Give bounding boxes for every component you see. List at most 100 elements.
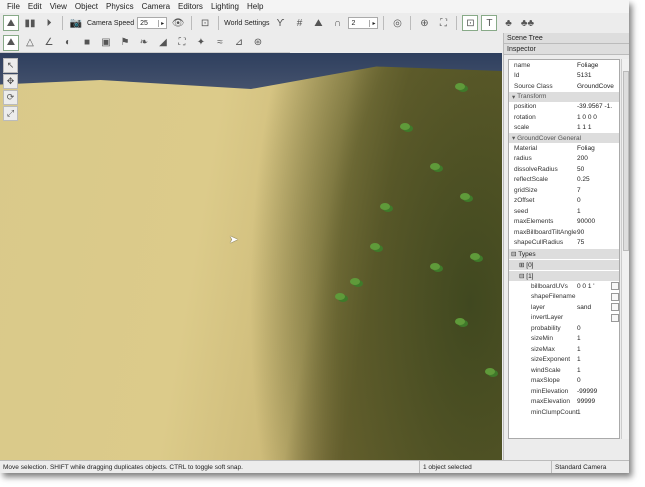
- terrain-editor-icon[interactable]: △: [22, 35, 38, 51]
- property-value[interactable]: 0: [577, 197, 619, 204]
- property-value[interactable]: GroundCove: [577, 83, 619, 90]
- property-value[interactable]: 1 0 0 0: [577, 114, 619, 121]
- scene-tree-header[interactable]: Scene Tree: [504, 33, 629, 44]
- move-icon[interactable]: ✥: [3, 74, 18, 89]
- inspector-header[interactable]: Inspector: [504, 44, 629, 55]
- selection-mode-icon[interactable]: ⛶: [435, 15, 451, 31]
- menu-physics[interactable]: Physics: [102, 0, 138, 13]
- property-value[interactable]: 1: [577, 208, 619, 215]
- property-value[interactable]: 0: [577, 325, 619, 332]
- world-settings-label[interactable]: World Settings: [224, 20, 269, 27]
- road-editor-icon[interactable]: ⊿: [231, 35, 247, 51]
- property-value[interactable]: 0: [577, 377, 619, 384]
- object-centers-icon[interactable]: ⊡: [462, 15, 479, 31]
- property-value[interactable]: 1: [577, 367, 619, 374]
- property-value[interactable]: 1: [577, 356, 619, 363]
- property-value[interactable]: Foliag: [577, 145, 619, 152]
- property-value[interactable]: 200: [577, 155, 619, 162]
- uv-editor-button[interactable]: [611, 282, 619, 291]
- drop-at-icon[interactable]: ⊕: [416, 15, 432, 31]
- scrollbar-thumb[interactable]: [623, 71, 629, 251]
- collapse-icon[interactable]: ⊟: [519, 272, 524, 280]
- object-snap-icon[interactable]: ◎: [389, 15, 405, 31]
- sky: [0, 53, 502, 89]
- decal-editor-icon[interactable]: ⚑: [117, 35, 133, 51]
- property-value[interactable]: 1: [577, 409, 619, 416]
- menu-lighting[interactable]: Lighting: [207, 0, 243, 13]
- river-editor-icon[interactable]: ≈: [212, 35, 228, 51]
- world-editor-icon[interactable]: ⛰: [3, 15, 19, 31]
- type-0-node[interactable]: ⊞ [0]: [509, 260, 619, 270]
- camera-speed-input[interactable]: 25 ▸: [137, 17, 168, 29]
- property-value[interactable]: 1: [577, 346, 619, 353]
- property-value[interactable]: 1 1 1: [577, 124, 619, 131]
- property-value[interactable]: -39.9567 -1.: [577, 103, 619, 110]
- property-value[interactable]: Foliage: [577, 62, 619, 69]
- property-value[interactable]: 90000: [577, 218, 619, 225]
- property-value[interactable]: 0 0 1 ': [577, 283, 609, 290]
- forest-editor-icon[interactable]: ❧: [136, 35, 152, 51]
- property-value[interactable]: 0.25: [577, 176, 619, 183]
- menu-file[interactable]: File: [3, 0, 24, 13]
- mission-area-icon[interactable]: ⛶: [174, 35, 190, 51]
- expand-icon[interactable]: ⊞: [519, 261, 524, 269]
- datablock-editor-icon[interactable]: ▣: [98, 35, 114, 51]
- spin-arrow-icon[interactable]: ▸: [158, 19, 166, 27]
- menu-view[interactable]: View: [46, 0, 71, 13]
- camera-icon[interactable]: 📷: [68, 15, 84, 31]
- property-value[interactable]: 7: [577, 187, 619, 194]
- particle-editor-icon[interactable]: ✦: [193, 35, 209, 51]
- forest-brush-icon[interactable]: ♣: [500, 15, 516, 31]
- collapse-icon[interactable]: ⊟: [511, 250, 516, 258]
- property-value[interactable]: 75: [577, 239, 619, 246]
- property-value[interactable]: 99999: [577, 398, 619, 405]
- select-arrow-icon[interactable]: ↖: [3, 58, 18, 73]
- groundcover-general-section[interactable]: ▾ GroundCover General: [509, 133, 619, 143]
- fit-view-icon[interactable]: ⊡: [197, 15, 213, 31]
- scale-icon[interactable]: ⤢: [3, 106, 18, 121]
- text-icon[interactable]: T: [481, 15, 498, 31]
- 3d-viewport[interactable]: ➤: [0, 53, 502, 460]
- property-name: layer: [531, 303, 546, 311]
- material-editor-icon[interactable]: ◐: [60, 35, 76, 51]
- menu-editors[interactable]: Editors: [174, 0, 207, 13]
- property-value[interactable]: sand: [577, 304, 609, 311]
- bounds-snap-icon[interactable]: ⛰: [310, 15, 326, 31]
- property-name: minClumpCount: [531, 408, 578, 416]
- types-node[interactable]: ⊟ Types: [509, 249, 619, 259]
- magnet-icon[interactable]: ∩: [329, 15, 345, 31]
- object-editor-icon[interactable]: ⛰: [3, 34, 19, 51]
- property-name: dissolveRadius: [514, 165, 558, 173]
- spin-arrow-icon[interactable]: ▸: [369, 19, 377, 27]
- forest-group-icon[interactable]: ♣♣: [519, 15, 535, 31]
- property-value[interactable]: 5131: [577, 72, 619, 79]
- visibility-eye-icon[interactable]: 👁: [170, 15, 186, 31]
- transform-section[interactable]: ▾ Transform: [509, 91, 619, 102]
- navmesh-editor-icon[interactable]: ⊛: [250, 35, 266, 51]
- property-value[interactable]: 1: [577, 335, 619, 342]
- menu-edit[interactable]: Edit: [24, 0, 46, 13]
- play-icon[interactable]: ⏵: [41, 15, 57, 31]
- browse-file-button[interactable]: [611, 292, 619, 301]
- sketch-tool-icon[interactable]: ■: [79, 35, 95, 51]
- menu-camera[interactable]: Camera: [138, 0, 174, 13]
- menu-help[interactable]: Help: [243, 0, 267, 13]
- invert-layer-checkbox[interactable]: [611, 313, 619, 322]
- snap-value-input[interactable]: 2 ▸: [348, 17, 379, 29]
- property-value[interactable]: -99999: [577, 388, 619, 395]
- layer-select-button[interactable]: [611, 303, 619, 312]
- property-row: sizeMax 1: [509, 344, 619, 355]
- property-row: probability 0: [509, 323, 619, 334]
- inspector-scrollbar[interactable]: [621, 59, 629, 439]
- type-1-node[interactable]: ⊟ [1]: [509, 271, 619, 281]
- property-value[interactable]: 50: [577, 166, 619, 173]
- property-row: maxSlope 0: [509, 376, 619, 387]
- grid-snap-icon[interactable]: #: [291, 15, 307, 31]
- terrain-painter-icon[interactable]: ∠: [41, 35, 57, 51]
- property-value[interactable]: 90: [577, 229, 619, 236]
- mesh-road-icon[interactable]: ◢: [155, 35, 171, 51]
- menu-object[interactable]: Object: [71, 0, 102, 13]
- snap-terrain-icon[interactable]: ϒ: [272, 15, 288, 31]
- rotate-icon[interactable]: ⟳: [3, 90, 18, 105]
- gui-editor-icon[interactable]: ▮▮: [22, 15, 38, 31]
